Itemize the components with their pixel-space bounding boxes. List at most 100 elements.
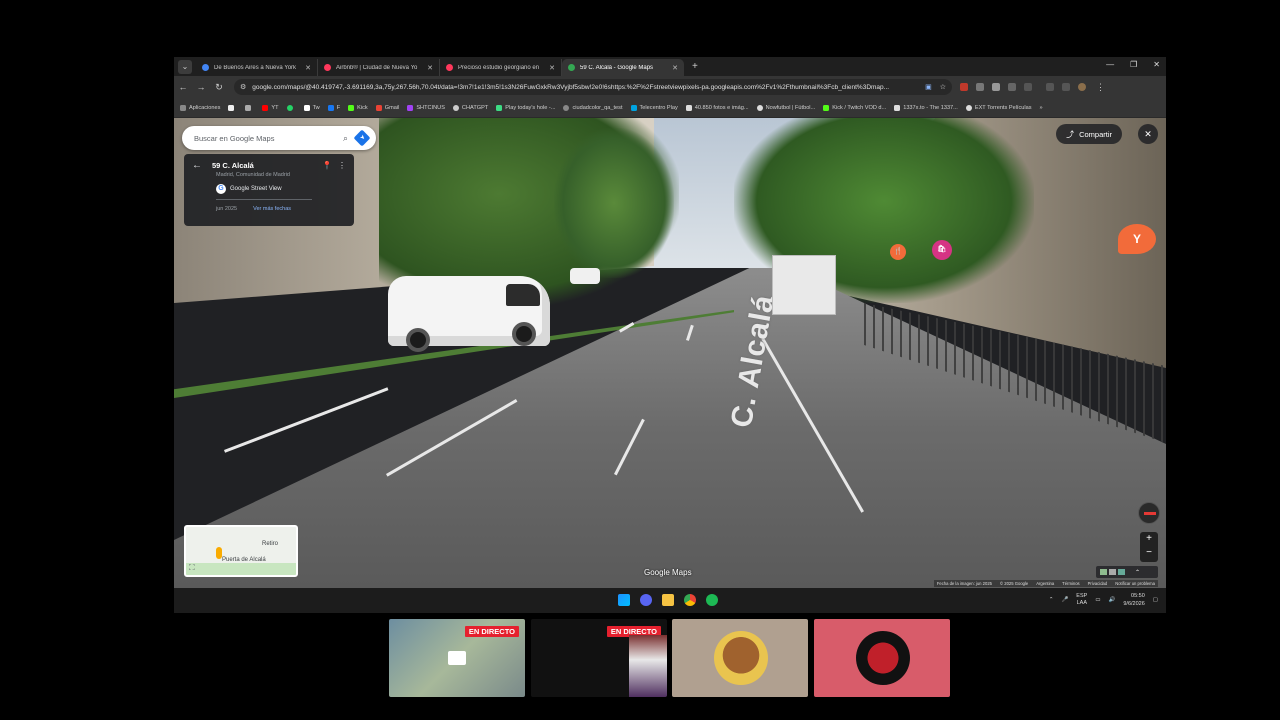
bookmark-item[interactable]: CHATGPT: [452, 104, 488, 111]
speaker-icon[interactable]: 🔊: [1109, 597, 1116, 603]
forward-arrow-icon[interactable]: →: [192, 82, 210, 92]
expand-up-icon[interactable]: ⌃: [1135, 569, 1140, 576]
close-street-view-button[interactable]: ✕: [1138, 124, 1158, 144]
more-dates-link[interactable]: Ver más fechas: [253, 206, 291, 212]
minimize-icon[interactable]: —: [1106, 60, 1114, 69]
street-view[interactable]: C. Alcalá 🍴 🛍 Y Buscar en Google Maps ⌕ …: [174, 118, 1166, 588]
layer-thumb[interactable]: [1109, 569, 1116, 575]
back-arrow-icon[interactable]: ←: [192, 160, 202, 171]
notification-icon[interactable]: ▢: [1153, 597, 1158, 603]
new-tab-button[interactable]: +: [692, 61, 698, 72]
layer-thumb[interactable]: [1100, 569, 1107, 575]
layers-control[interactable]: ⌃: [1096, 566, 1158, 578]
thumbnail-participant[interactable]: [814, 619, 950, 697]
site-info-icon[interactable]: ⚙: [240, 83, 246, 91]
maximize-icon[interactable]: ❐: [1130, 60, 1137, 69]
compass-icon[interactable]: [1138, 502, 1160, 524]
place-pin-icon[interactable]: 🍴: [890, 244, 906, 260]
back-arrow-icon[interactable]: ←: [174, 82, 192, 92]
bookmark-item[interactable]: Nowfutbol | Fútbol...: [756, 104, 815, 111]
bookmark-item[interactable]: Kick / Twitch VOD d...: [823, 104, 886, 111]
google-logo-icon: G: [216, 184, 226, 194]
pegman-icon[interactable]: [216, 547, 222, 559]
more-options-icon[interactable]: ⋮: [338, 161, 346, 170]
expand-icon[interactable]: ⛶: [189, 563, 195, 573]
tab-search-button[interactable]: ⌄: [178, 59, 192, 74]
bookmark-item[interactable]: [228, 104, 237, 111]
attribution-item[interactable]: Notificar un problema: [1115, 581, 1155, 586]
lane-marking: [224, 387, 389, 453]
place-pin-icon[interactable]: Y: [1118, 224, 1156, 254]
share-button[interactable]: ⤴ Compartir: [1056, 124, 1122, 144]
extension-icon[interactable]: [960, 83, 968, 91]
thumbnail-participant-dog[interactable]: [672, 619, 808, 697]
tab-1[interactable]: Airbnb® | Ciudad de Nueva Yo ✕: [318, 59, 440, 76]
extension-icon[interactable]: [1008, 83, 1016, 91]
bookmark-item[interactable]: F: [327, 104, 340, 111]
reading-list-icon[interactable]: [1046, 83, 1054, 91]
spotify-icon[interactable]: [706, 594, 718, 606]
layer-thumb[interactable]: [1118, 569, 1125, 575]
chrome-icon[interactable]: [684, 594, 696, 606]
bookmark-item[interactable]: 1337x.to - The 1337...: [894, 104, 958, 111]
thumbnail-map-stream[interactable]: EN DIRECTO: [389, 619, 525, 697]
more-bookmarks-icon[interactable]: »: [1040, 105, 1043, 111]
close-window-icon[interactable]: ✕: [1153, 60, 1160, 69]
microphone-icon[interactable]: 🎤: [1061, 597, 1068, 603]
share-icon: ⤴: [1066, 129, 1075, 139]
language-indicator[interactable]: ESP LAA: [1076, 593, 1087, 607]
maps-search-box[interactable]: Buscar en Google Maps ⌕ ➤: [182, 126, 376, 150]
windows-start-icon[interactable]: [618, 594, 630, 606]
network-icon[interactable]: ▭: [1095, 597, 1100, 603]
bookmark-item[interactable]: ciudadcolor_qa_test: [563, 104, 623, 111]
bookmark-item[interactable]: Gmail: [375, 104, 399, 111]
bookmark-item[interactable]: Aplicaciones: [180, 104, 220, 111]
profile-avatar[interactable]: [1078, 83, 1086, 91]
extension-icon[interactable]: [992, 83, 1000, 91]
bookmark-item[interactable]: Tw: [303, 104, 320, 111]
bookmark-item[interactable]: EXT Torrents Películas: [965, 104, 1032, 111]
close-icon[interactable]: ✕: [427, 64, 433, 72]
thumbnail-stream[interactable]: EN DIRECTO: [531, 619, 667, 697]
translate-icon[interactable]: ▣: [925, 83, 932, 91]
bookmark-item[interactable]: SHTCINUS: [407, 104, 445, 111]
discord-icon[interactable]: [640, 594, 652, 606]
bookmark-star-icon[interactable]: ☆: [940, 83, 946, 91]
attribution-item[interactable]: © 2025 Google: [1000, 581, 1028, 586]
attribution-item[interactable]: Argentina: [1036, 581, 1054, 586]
extensions-puzzle-icon[interactable]: [1024, 83, 1032, 91]
file-explorer-icon[interactable]: [662, 594, 674, 606]
chevron-up-icon[interactable]: ⌃: [1049, 597, 1054, 603]
tab-2[interactable]: Precioso estudio georgiano en ✕: [440, 59, 562, 76]
bookmark-item[interactable]: YT: [262, 104, 279, 111]
menu-dots-icon[interactable]: ⋮: [1096, 82, 1105, 93]
location-pin-icon[interactable]: 📍: [322, 161, 332, 170]
bookmark-item[interactable]: 40.850 fotos e imág...: [685, 104, 749, 111]
minimap[interactable]: Retiro Puerta de Alcalá ⛶: [184, 525, 298, 577]
search-input[interactable]: Buscar en Google Maps: [194, 134, 335, 143]
zoom-out-button[interactable]: −: [1140, 546, 1158, 560]
bookmark-item[interactable]: Telecentro Play: [630, 104, 678, 111]
attribution-item[interactable]: Términos: [1062, 581, 1079, 586]
address-bar[interactable]: ⚙ google.com/maps/@40.419747,-3.691169,3…: [234, 79, 952, 95]
reload-icon[interactable]: ↻: [210, 82, 228, 93]
zoom-in-button[interactable]: +: [1140, 532, 1158, 546]
bookmark-item[interactable]: Kick: [348, 104, 368, 111]
sidebar-icon[interactable]: [1062, 83, 1070, 91]
search-icon[interactable]: ⌕: [343, 133, 348, 144]
close-icon[interactable]: ✕: [672, 64, 678, 72]
bookmark-item[interactable]: [286, 104, 296, 111]
place-pin-icon[interactable]: 🛍: [932, 240, 952, 260]
close-icon[interactable]: ✕: [305, 64, 311, 72]
tab-3-active[interactable]: 59 C. Alcalá - Google Maps ✕: [562, 59, 684, 76]
bookmark-item[interactable]: Play today's hole -...: [496, 104, 555, 111]
bookmark-item[interactable]: [245, 104, 254, 111]
tab-0[interactable]: De Buenos Aires a Nueva York ✕: [196, 59, 318, 76]
attribution-item[interactable]: Privacidad: [1088, 581, 1108, 586]
system-clock[interactable]: 05:50 9/6/2026: [1123, 592, 1144, 608]
zoom-control[interactable]: + −: [1140, 532, 1158, 562]
live-badge: EN DIRECTO: [464, 626, 519, 637]
close-icon[interactable]: ✕: [549, 64, 555, 72]
extension-icon[interactable]: [976, 83, 984, 91]
directions-icon[interactable]: ➤: [353, 129, 371, 147]
